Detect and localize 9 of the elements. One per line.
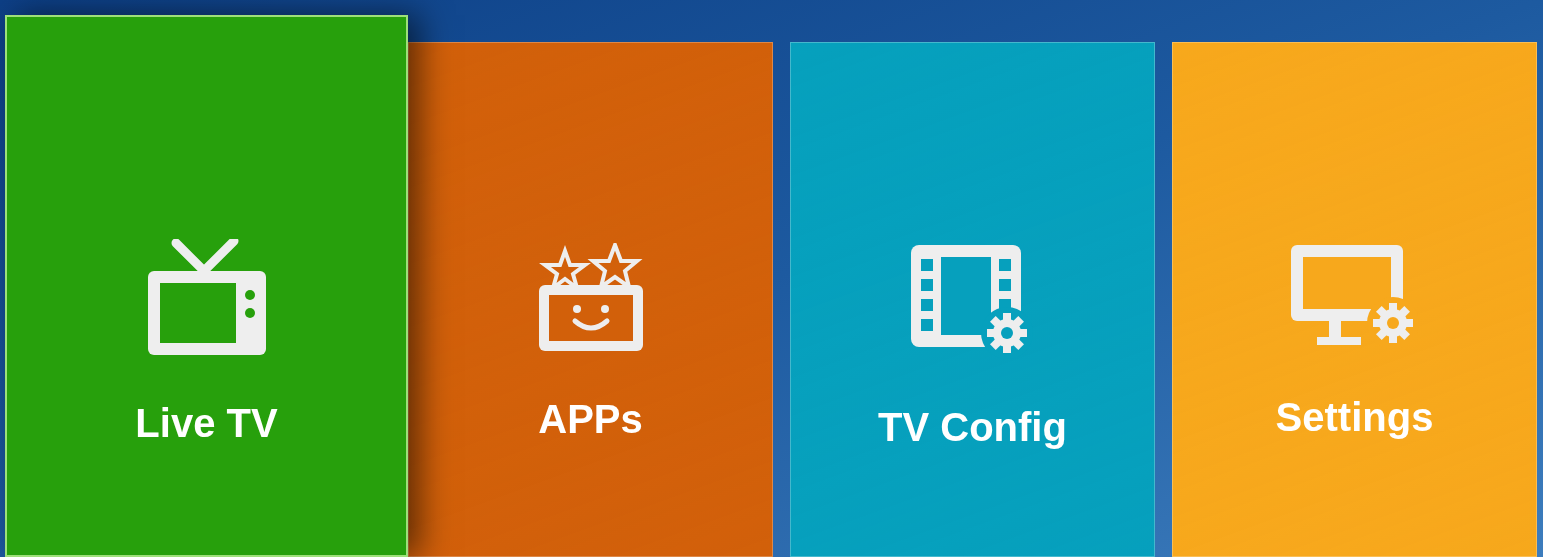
menu-tile[interactable]: Settings bbox=[1172, 42, 1537, 557]
tile-label: APPs bbox=[538, 399, 643, 439]
menu-tile[interactable]: Live TV bbox=[5, 15, 408, 557]
tile-label: Settings bbox=[1275, 397, 1434, 437]
menu-tile[interactable]: TV Config bbox=[790, 42, 1155, 557]
television-icon bbox=[145, 239, 268, 357]
tile-label: Live TV bbox=[135, 403, 278, 443]
menu-tile[interactable]: APPs bbox=[408, 42, 773, 557]
tile-label: TV Config bbox=[878, 407, 1067, 447]
